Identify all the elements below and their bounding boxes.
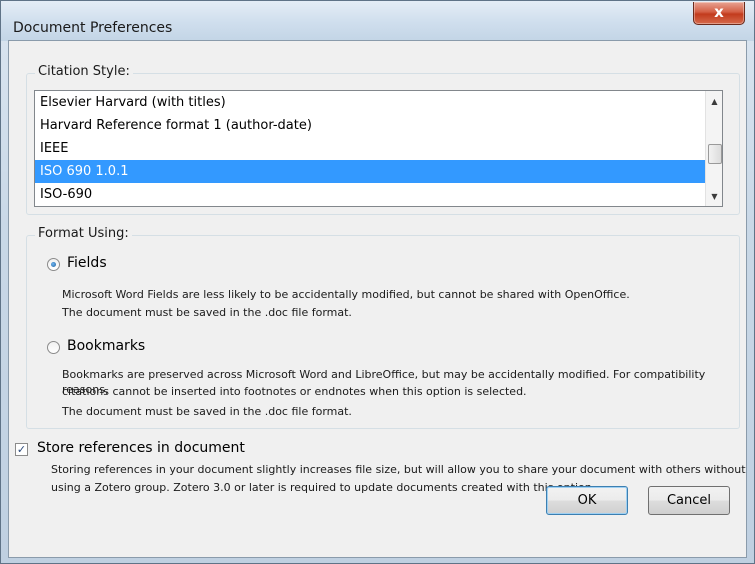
citation-style-item[interactable]: Harvard Reference format 1 (author-date) bbox=[35, 114, 705, 137]
citation-style-item-selected[interactable]: ISO 690 1.0.1 bbox=[35, 160, 705, 183]
bookmarks-radio[interactable] bbox=[47, 341, 60, 354]
bookmarks-description-2: citations cannot be inserted into footno… bbox=[62, 385, 527, 398]
ok-button[interactable]: OK bbox=[546, 486, 628, 515]
store-references-description: Storing references in your document slig… bbox=[51, 463, 746, 476]
close-button[interactable]: x bbox=[693, 2, 745, 25]
citation-style-item[interactable]: IEEE bbox=[35, 137, 705, 160]
checkmark-icon: ✓ bbox=[16, 443, 27, 456]
title-bar[interactable]: Document Preferences x bbox=[1, 1, 754, 41]
list-scrollbar[interactable]: ▲ ▼ bbox=[705, 91, 722, 206]
format-using-group bbox=[26, 235, 740, 429]
bookmarks-format-note: The document must be saved in the .doc f… bbox=[62, 405, 352, 418]
citation-style-item[interactable]: ISO-690 bbox=[35, 183, 705, 206]
scroll-up-icon[interactable]: ▲ bbox=[706, 93, 722, 110]
fields-radio[interactable] bbox=[47, 258, 60, 271]
bookmarks-label[interactable]: Bookmarks bbox=[67, 338, 145, 354]
store-references-label[interactable]: Store references in document bbox=[37, 440, 245, 456]
fields-format-note: The document must be saved in the .doc f… bbox=[62, 306, 352, 319]
scroll-thumb[interactable] bbox=[708, 144, 722, 164]
close-icon: x bbox=[714, 3, 724, 21]
format-using-label: Format Using: bbox=[35, 226, 132, 241]
citation-style-label: Citation Style: bbox=[35, 64, 133, 79]
fields-label[interactable]: Fields bbox=[67, 255, 107, 271]
citation-style-item[interactable]: Elsevier Harvard (with titles) bbox=[35, 91, 705, 114]
radio-selected-dot bbox=[51, 262, 56, 267]
citation-style-list[interactable]: Elsevier Harvard (with titles) Harvard R… bbox=[34, 90, 723, 207]
fields-description: Microsoft Word Fields are less likely to… bbox=[62, 288, 630, 301]
cancel-button[interactable]: Cancel bbox=[648, 486, 730, 515]
window-title: Document Preferences bbox=[13, 20, 173, 36]
store-references-description-2: using a Zotero group. Zotero 3.0 or late… bbox=[51, 481, 596, 494]
scroll-down-icon[interactable]: ▼ bbox=[706, 188, 722, 205]
store-references-checkbox[interactable]: ✓ bbox=[15, 443, 28, 456]
